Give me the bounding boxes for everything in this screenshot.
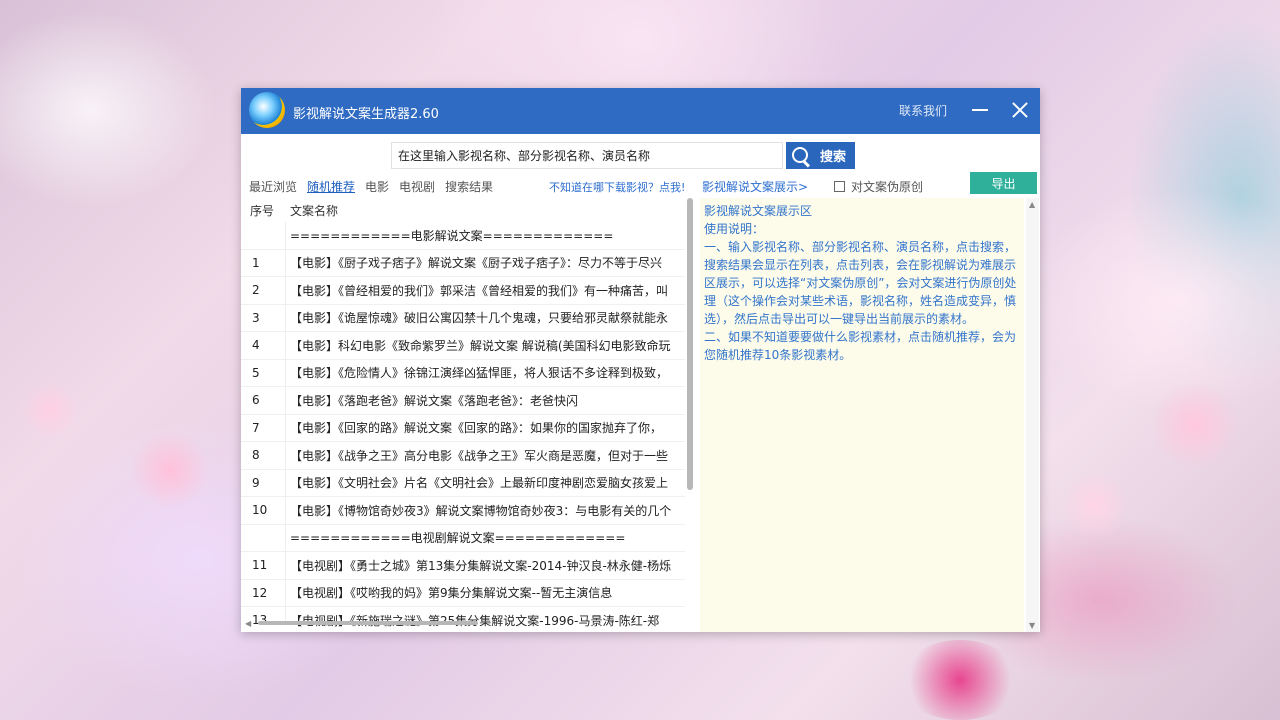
list-item[interactable]: 8 【电影】《战争之王》高分电影《战争之王》军火商是恶魔，但对于一些 [241,442,685,470]
tab-tv[interactable]: 电视剧 [399,178,435,196]
tab-recent[interactable]: 最近浏览 [249,178,297,196]
list-item[interactable]: 10 【电影】《博物馆奇妙夜3》解说文案博物馆奇妙夜3：与电影有关的几个 [241,497,685,525]
scroll-left-icon[interactable]: ◀ [245,619,251,628]
list-item[interactable]: 5 【电影】《危险情人》徐锦江演绎凶猛悍匪，将人狠话不多诠释到极致， [241,360,685,387]
blossom-decoration [20,380,80,440]
app-window: 影视解说文案生成器2.60 联系我们 搜索 最近浏览 随机推荐 电影 电视剧 搜… [241,88,1040,632]
category-tabs: 最近浏览 随机推荐 电影 电视剧 搜索结果 [249,178,493,196]
list-item[interactable]: 3 【电影】《诡屋惊魂》破旧公寓囚禁十几个鬼魂，只要给邪灵献祭就能永 [241,305,685,332]
display-step-2: 二、如果不知道要要做什么影视素材，点击随机推荐，会为您随机推荐10条影视素材。 [704,330,1017,362]
app-title: 影视解说文案生成器2.60 [293,107,439,122]
scroll-up-icon[interactable]: ▲ [1029,200,1035,209]
contact-us-link[interactable]: 联系我们 [899,102,947,119]
list-item[interactable]: 11 【电视剧】《勇士之城》第13集分集解说文案-2014-钟汉良-林永健-杨烁 [241,552,685,580]
script-list: 序号 文案名称 ============电影解说文案============= … [241,198,699,632]
blossom-decoration [130,430,210,510]
title-bar: 影视解说文案生成器2.60 联系我们 [241,88,1040,134]
search-button-label: 搜索 [820,150,847,165]
download-help-link[interactable]: 不知道在哪下载影视？点我! [549,179,685,195]
script-display-area[interactable]: 影视解说文案展示区 使用说明： 一、输入影视名称、部分影视名称、演员名称，点击搜… [700,198,1024,632]
tab-search-results[interactable]: 搜索结果 [445,178,493,196]
checkbox-box[interactable] [834,181,845,192]
blossom-decoration [1150,380,1240,470]
blossom-decoration [1060,470,1130,540]
search-button[interactable]: 搜索 [786,142,855,169]
display-scrollbar[interactable]: ▲ ▼ [1026,198,1039,632]
list-item[interactable]: 7 【电影】《回家的路》解说文案《回家的路》：如果你的国家抛弃了你， [241,415,685,442]
list-item[interactable]: 9 【电影】《文明社会》片名《文明社会》上最新印度神剧恋爱脑女孩爱上 [241,470,685,497]
display-intro: 使用说明： [704,222,765,236]
search-input[interactable] [391,142,783,169]
list-item[interactable]: 13 【电视剧】《新施瑞之谜》第25集分集解说文案-1996-马景涛-陈红-郑 [241,607,685,632]
blossom-decoration [900,640,1020,720]
list-horizontal-scrollbar[interactable] [258,621,478,625]
close-icon[interactable] [1009,99,1031,121]
export-button[interactable]: 导出 [970,172,1037,194]
app-logo-icon [249,92,285,128]
search-icon [790,145,812,167]
list-item[interactable]: 1 【电影】《厨子戏子痞子》解说文案《厨子戏子痞子》：尽力不等于尽兴 [241,250,685,277]
display-area-link[interactable]: 影视解说文案展示> [702,178,808,195]
list-item[interactable]: 6 【电影】《落跑老爸》解说文案《落跑老爸》：老爸快闪 [241,387,685,415]
list-item[interactable]: 12 【电视剧】《哎哟我的妈》第9集分集解说文案--暂无主演信息 [241,580,685,607]
pseudo-original-checkbox[interactable]: 对文案伪原创 [834,178,923,195]
column-header-index: 序号 [250,203,275,218]
column-header-name: 文案名称 [290,203,339,218]
tab-random[interactable]: 随机推荐 [307,178,355,196]
list-section-header: ============电影解说文案============= [241,222,685,250]
scroll-down-icon[interactable]: ▼ [1029,621,1035,630]
tab-movie[interactable]: 电影 [365,178,389,196]
minimize-icon[interactable] [969,100,991,122]
list-section-header: ============电视剧解说文案============= [241,525,685,552]
display-step-1: 一、输入影视名称、部分影视名称、演员名称，点击搜索，搜索结果会显示在列表，点击列… [704,240,1017,326]
list-item[interactable]: 4 【电影】科幻电影《致命紫罗兰》解说文案 解说稿(美国科幻电影致命玩 [241,332,685,360]
display-heading: 影视解说文案展示区 [704,204,813,218]
list-vertical-scrollbar[interactable] [687,198,693,490]
list-header: 序号 文案名称 [241,198,699,222]
list-item[interactable]: 2 【电影】《曾经相爱的我们》郭采洁《曾经相爱的我们》有一种痛苦，叫 [241,277,685,305]
pseudo-original-label: 对文案伪原创 [851,180,924,194]
